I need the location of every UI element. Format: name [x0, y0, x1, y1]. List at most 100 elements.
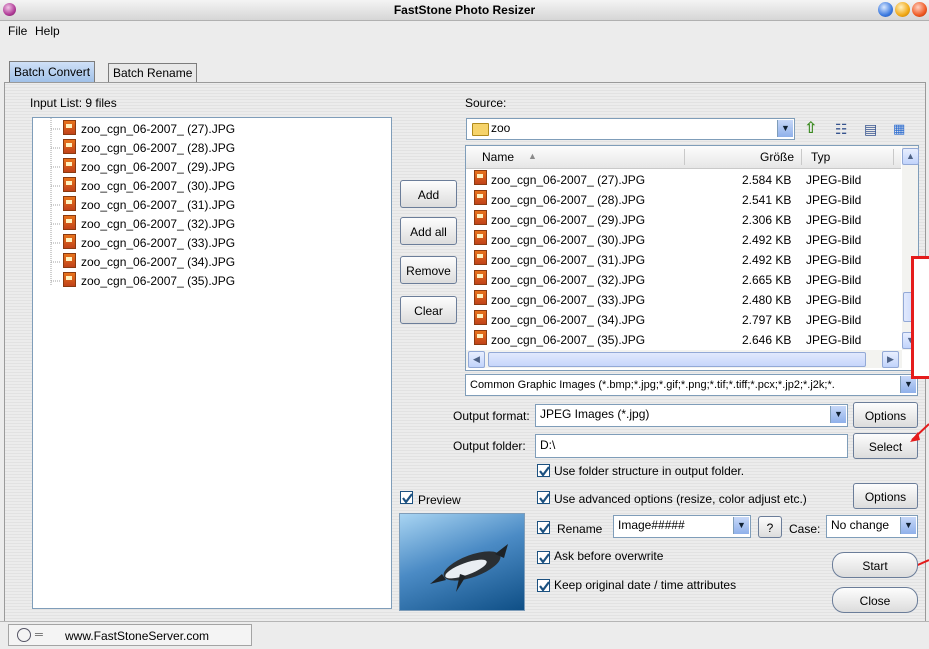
- keep-date-label: Keep original date / time attributes: [554, 578, 737, 592]
- close-button[interactable]: Close: [832, 587, 918, 613]
- table-row[interactable]: zoo_cgn_06-2007_ (27).JPG 2.584 KB JPEG-Bi…: [474, 170, 904, 190]
- horizontal-scrollbar[interactable]: ◀ ▶: [466, 350, 902, 368]
- source-label: Source:: [465, 96, 507, 110]
- chevron-down-icon: ▼: [777, 120, 793, 137]
- output-folder-input[interactable]: D:\: [535, 434, 848, 458]
- table-row[interactable]: zoo_cgn_06-2007_ (28).JPG 2.541 KB JPEG-Bi…: [474, 190, 904, 210]
- column-divider[interactable]: [893, 149, 894, 165]
- jpg-file-icon: [63, 215, 76, 230]
- annotation-box: [911, 256, 929, 379]
- rename-checkbox[interactable]: [537, 521, 550, 534]
- scroll-right-icon[interactable]: ▶: [882, 351, 899, 368]
- case-label: Case:: [789, 522, 821, 536]
- output-format-select[interactable]: JPEG Images (*.jpg) ▼: [535, 404, 848, 427]
- preview-checkbox[interactable]: [400, 491, 413, 504]
- jpg-file-icon: [63, 177, 76, 192]
- list-item[interactable]: zoo_cgn_06-2007_ (28).JPG: [63, 139, 235, 158]
- tree-lines: [50, 118, 61, 286]
- tab-batch-rename[interactable]: Batch Rename: [108, 63, 198, 83]
- chevron-down-icon: ▼: [733, 517, 749, 534]
- input-list-label: Input List: 9 files: [30, 96, 117, 110]
- remove-button[interactable]: Remove: [400, 256, 457, 284]
- jpg-file-icon: [63, 158, 76, 173]
- table-row[interactable]: zoo_cgn_06-2007_ (32).JPG 2.665 KB JPEG-Bi…: [474, 270, 904, 290]
- use-folder-structure-label: Use folder structure in output folder.: [554, 464, 745, 478]
- list-item[interactable]: zoo_cgn_06-2007_ (33).JPG: [63, 234, 235, 253]
- chevron-down-icon: ▼: [900, 517, 916, 534]
- preview-label: Preview: [418, 493, 461, 507]
- column-divider[interactable]: [684, 149, 685, 165]
- table-row[interactable]: zoo_cgn_06-2007_ (30).JPG 2.492 KB JPEG-Bi…: [474, 230, 904, 250]
- close-window-button[interactable]: [912, 2, 927, 17]
- jpg-file-icon: [474, 330, 487, 345]
- list-item[interactable]: zoo_cgn_06-2007_ (30).JPG: [63, 177, 235, 196]
- list-item[interactable]: zoo_cgn_06-2007_ (35).JPG: [63, 272, 235, 291]
- jpg-file-icon: [474, 170, 487, 185]
- chevron-down-icon: ▼: [830, 406, 846, 423]
- list-view-icon[interactable]: ☷: [835, 121, 851, 137]
- details-view-icon[interactable]: ▤: [864, 121, 880, 137]
- globe-icon: [17, 628, 31, 642]
- thumbnail-view-icon[interactable]: ▦: [893, 121, 909, 137]
- column-name[interactable]: Name: [482, 150, 514, 164]
- use-folder-structure-checkbox[interactable]: [537, 464, 550, 477]
- minimize-button[interactable]: [878, 2, 893, 17]
- jpg-file-icon: [63, 196, 76, 211]
- use-advanced-checkbox[interactable]: [537, 491, 550, 504]
- jpg-file-icon: [63, 139, 76, 154]
- list-item[interactable]: zoo_cgn_06-2007_ (31).JPG: [63, 196, 235, 215]
- table-row[interactable]: zoo_cgn_06-2007_ (29).JPG 2.306 KB JPEG-Bi…: [474, 210, 904, 230]
- tab-batch-convert[interactable]: Batch Convert: [9, 61, 96, 83]
- ask-overwrite-label: Ask before overwrite: [554, 549, 664, 563]
- case-select[interactable]: No change ▼: [826, 515, 918, 538]
- scroll-up-icon[interactable]: ▲: [902, 148, 919, 165]
- rename-pattern-select[interactable]: Image##### ▼: [613, 515, 751, 538]
- scroll-left-icon[interactable]: ◀: [468, 351, 485, 368]
- scroll-thumb[interactable]: [488, 352, 866, 367]
- folder-up-icon[interactable]: ⇧: [804, 120, 820, 138]
- preview-image: [399, 513, 525, 611]
- table-row[interactable]: zoo_cgn_06-2007_ (31).JPG 2.492 KB JPEG-Bi…: [474, 250, 904, 270]
- sort-up-icon: ▲: [528, 151, 537, 161]
- jpg-file-icon: [63, 253, 76, 268]
- keep-date-checkbox[interactable]: [537, 579, 550, 592]
- table-row[interactable]: zoo_cgn_06-2007_ (34).JPG 2.797 KB JPEG-Bi…: [474, 310, 904, 330]
- website-link[interactable]: www.FastStoneServer.com: [65, 629, 209, 643]
- column-divider[interactable]: [801, 149, 802, 165]
- list-item[interactable]: zoo_cgn_06-2007_ (34).JPG: [63, 253, 235, 272]
- column-size[interactable]: Größe: [760, 150, 794, 164]
- output-folder-label: Output folder:: [453, 439, 526, 453]
- menu-bar: [0, 21, 929, 39]
- column-type[interactable]: Typ: [811, 150, 830, 164]
- folder-icon: [472, 123, 489, 136]
- table-row[interactable]: zoo_cgn_06-2007_ (33).JPG 2.480 KB JPEG-Bi…: [474, 290, 904, 310]
- output-format-label: Output format:: [453, 409, 530, 423]
- add-button[interactable]: Add: [400, 180, 457, 208]
- add-all-button[interactable]: Add all: [400, 217, 457, 245]
- table-row[interactable]: zoo_cgn_06-2007_ (35).JPG 2.646 KB JPEG-Bi…: [474, 330, 904, 350]
- source-folder-select[interactable]: zoo ▼: [466, 118, 795, 140]
- divider-icon: ═: [35, 629, 43, 641]
- jpg-file-icon: [474, 250, 487, 265]
- jpg-file-icon: [474, 310, 487, 325]
- input-list-tree[interactable]: zoo_cgn_06-2007_ (27).JPG zoo_cgn_06-200…: [32, 117, 392, 609]
- list-item[interactable]: zoo_cgn_06-2007_ (29).JPG: [63, 158, 235, 177]
- list-item[interactable]: zoo_cgn_06-2007_ (32).JPG: [63, 215, 235, 234]
- menu-file[interactable]: File: [8, 24, 27, 38]
- jpg-file-icon: [63, 234, 76, 249]
- maximize-button[interactable]: [895, 2, 910, 17]
- advanced-options-button[interactable]: Options: [853, 483, 918, 509]
- rename-label: Rename: [557, 522, 603, 536]
- start-button[interactable]: Start: [832, 552, 918, 578]
- ask-overwrite-checkbox[interactable]: [537, 551, 550, 564]
- menu-help[interactable]: Help: [35, 24, 60, 38]
- clear-button[interactable]: Clear: [400, 296, 457, 324]
- jpg-file-icon: [474, 190, 487, 205]
- file-type-filter-select[interactable]: Common Graphic Images (*.bmp;*.jpg;*.gif…: [465, 374, 918, 396]
- source-file-list[interactable]: Name ▲ Größe Typ zoo_cgn_06-2007_ (27).J…: [465, 145, 919, 371]
- jpg-file-icon: [63, 120, 76, 135]
- list-item[interactable]: zoo_cgn_06-2007_ (27).JPG: [63, 120, 235, 139]
- window-title: FastStone Photo Resizer: [393, 3, 536, 17]
- rename-help-button[interactable]: ?: [758, 516, 782, 538]
- jpg-file-icon: [474, 290, 487, 305]
